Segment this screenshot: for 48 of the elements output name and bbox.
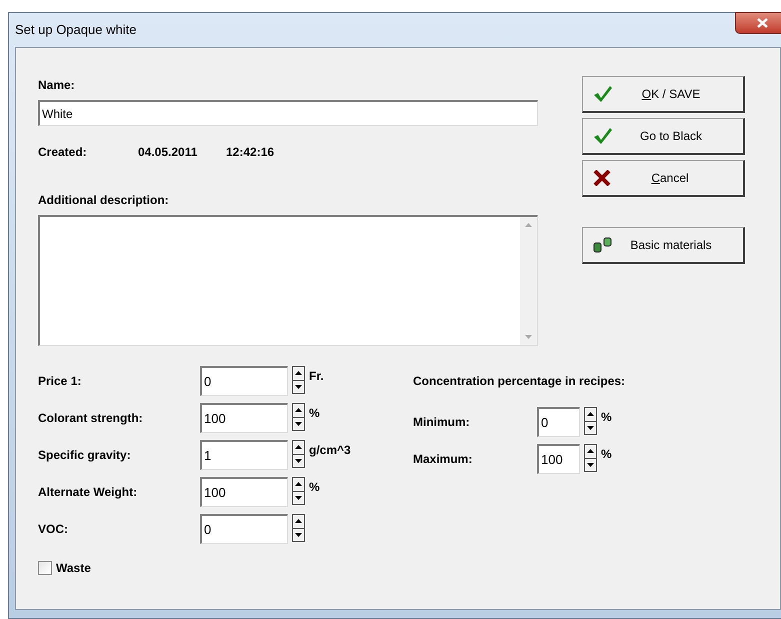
cans-icon (593, 237, 613, 253)
close-button[interactable] (735, 12, 781, 34)
dialog-button[interactable]: Cancel (582, 160, 745, 197)
created-date: 04.05.2011 (138, 144, 198, 161)
number-field[interactable]: 100 (200, 477, 288, 507)
unit-label: % (601, 409, 612, 426)
created-label: Created: (38, 144, 88, 161)
unit-label: g/cm^3 (309, 442, 351, 459)
dialog-button[interactable]: OK / SAVE (582, 76, 745, 113)
number-field[interactable]: 0 (537, 407, 580, 437)
description-field[interactable] (38, 215, 538, 346)
spin-buttons[interactable] (292, 440, 305, 468)
spin-buttons[interactable] (292, 477, 305, 505)
unit-label: % (309, 405, 320, 422)
field-label: Maximum: (413, 451, 474, 468)
number-field[interactable]: 1 (200, 440, 288, 470)
name-label: Name: (38, 77, 76, 94)
spin-buttons[interactable] (292, 366, 305, 394)
field-label: Alternate Weight: (38, 484, 138, 501)
cross-icon (593, 170, 611, 186)
field-label: Price 1: (38, 373, 82, 390)
check-icon (593, 127, 613, 145)
number-field[interactable]: 0 (200, 366, 288, 396)
created-time: 12:42:16 (226, 144, 274, 161)
field-label: Colorant strength: (38, 410, 144, 427)
window-title: Set up Opaque white (15, 21, 136, 40)
number-field[interactable]: 100 (200, 403, 288, 433)
description-label: Additional description: (38, 192, 170, 209)
number-field[interactable]: 100 (537, 444, 580, 474)
unit-label: % (601, 446, 612, 463)
waste-label: Waste (56, 560, 91, 577)
spin-buttons[interactable] (292, 514, 305, 542)
field-label: VOC: (38, 521, 69, 538)
spin-buttons[interactable] (584, 407, 597, 435)
field-label: Minimum: (413, 414, 471, 431)
spin-buttons[interactable] (584, 444, 597, 472)
field-label: Specific gravity: (38, 447, 132, 464)
dialog-button[interactable]: Basic materials (582, 227, 745, 264)
dialog-button[interactable]: Go to Black (582, 118, 745, 155)
unit-label: Fr. (309, 368, 324, 385)
concentration-title: Concentration percentage in recipes: (413, 373, 626, 390)
check-icon (593, 85, 613, 103)
close-icon (756, 18, 768, 28)
unit-label: % (309, 479, 320, 496)
spin-buttons[interactable] (292, 403, 305, 431)
waste-checkbox[interactable] (38, 561, 52, 575)
number-field[interactable]: 0 (200, 514, 288, 544)
name-field[interactable]: White (38, 100, 538, 126)
